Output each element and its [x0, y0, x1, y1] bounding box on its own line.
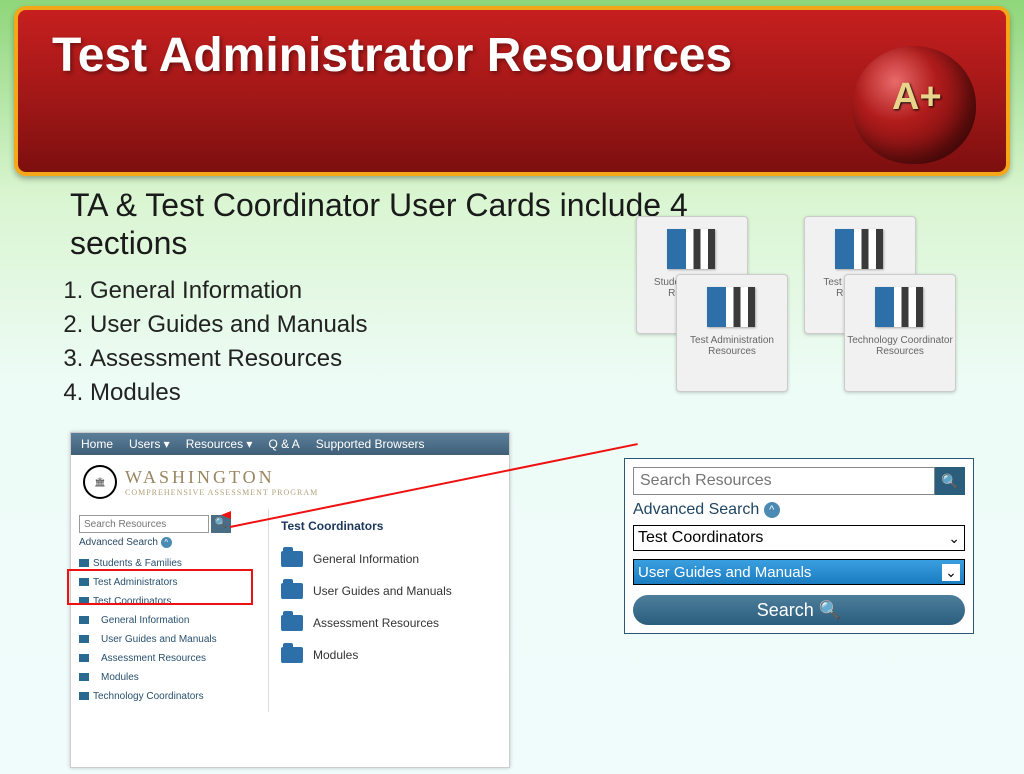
folder-icon: [281, 583, 303, 599]
sidebar-item[interactable]: Assessment Resources: [79, 649, 260, 668]
state-seal-icon: 🏛: [83, 465, 117, 499]
subtitle: TA & Test Coordinator User Cards include…: [70, 186, 690, 263]
category-select[interactable]: User Guides and Manuals⌄: [633, 559, 965, 585]
category-item[interactable]: Assessment Resources: [281, 607, 497, 639]
chevron-up-icon: ^: [161, 537, 172, 548]
search-widget: 🔍 Advanced Search ^ Test Coordinators⌄ U…: [624, 458, 974, 634]
portal-main: Test Coordinators General Information Us…: [269, 509, 509, 712]
category-item[interactable]: User Guides and Manuals: [281, 575, 497, 607]
resource-card[interactable]: Technology Coordinator Resources: [844, 274, 956, 392]
portal-right-heading: Test Coordinators: [281, 519, 497, 533]
category-item[interactable]: General Information: [281, 543, 497, 575]
folder-icon: [281, 551, 303, 567]
chevron-up-icon: ^: [764, 502, 780, 518]
role-select[interactable]: Test Coordinators⌄: [633, 525, 965, 551]
resource-card-cluster: Student & Family Resources Test Administ…: [636, 216, 996, 416]
portal-advanced-search[interactable]: Advanced Search ^: [79, 537, 260, 548]
portal-search-input[interactable]: [79, 515, 209, 533]
resource-card[interactable]: Test Administration Resources: [676, 274, 788, 392]
search-input[interactable]: [633, 467, 935, 495]
slide-banner: Test Administrator Resources A+: [14, 6, 1010, 176]
nav-item[interactable]: Resources ▾: [186, 437, 253, 451]
chevron-down-icon: ⌄: [948, 530, 960, 547]
arrow-icon: [221, 511, 231, 519]
advanced-search-link[interactable]: Advanced Search ^: [633, 501, 965, 519]
sidebar-item[interactable]: User Guides and Manuals: [79, 630, 260, 649]
category-item[interactable]: Modules: [281, 639, 497, 671]
logo-main: WASHINGTON: [125, 467, 318, 488]
search-button[interactable]: Search 🔍: [633, 595, 965, 625]
nav-item[interactable]: Q & A: [268, 437, 299, 451]
sidebar-item[interactable]: Technology Coordinators: [79, 687, 260, 706]
search-icon[interactable]: 🔍: [935, 467, 965, 495]
nav-item[interactable]: Home: [81, 437, 113, 451]
nav-item[interactable]: Supported Browsers: [316, 437, 425, 451]
portal-sidebar: 🔍 Advanced Search ^ Students & Families …: [71, 509, 269, 712]
logo-sub: COMPREHENSIVE ASSESSMENT PROGRAM: [125, 488, 318, 497]
highlight-box: [67, 569, 253, 605]
folder-icon: [281, 647, 303, 663]
sidebar-item[interactable]: General Information: [79, 611, 260, 630]
sidebar-item[interactable]: Modules: [79, 668, 260, 687]
apple-grade: A+: [892, 76, 942, 119]
folder-icon: [281, 615, 303, 631]
nav-item[interactable]: Users ▾: [129, 437, 170, 451]
portal-nav: Home Users ▾ Resources ▾ Q & A Supported…: [71, 433, 509, 455]
apple-graphic: A+: [844, 28, 984, 168]
chevron-down-icon: ⌄: [942, 564, 960, 581]
